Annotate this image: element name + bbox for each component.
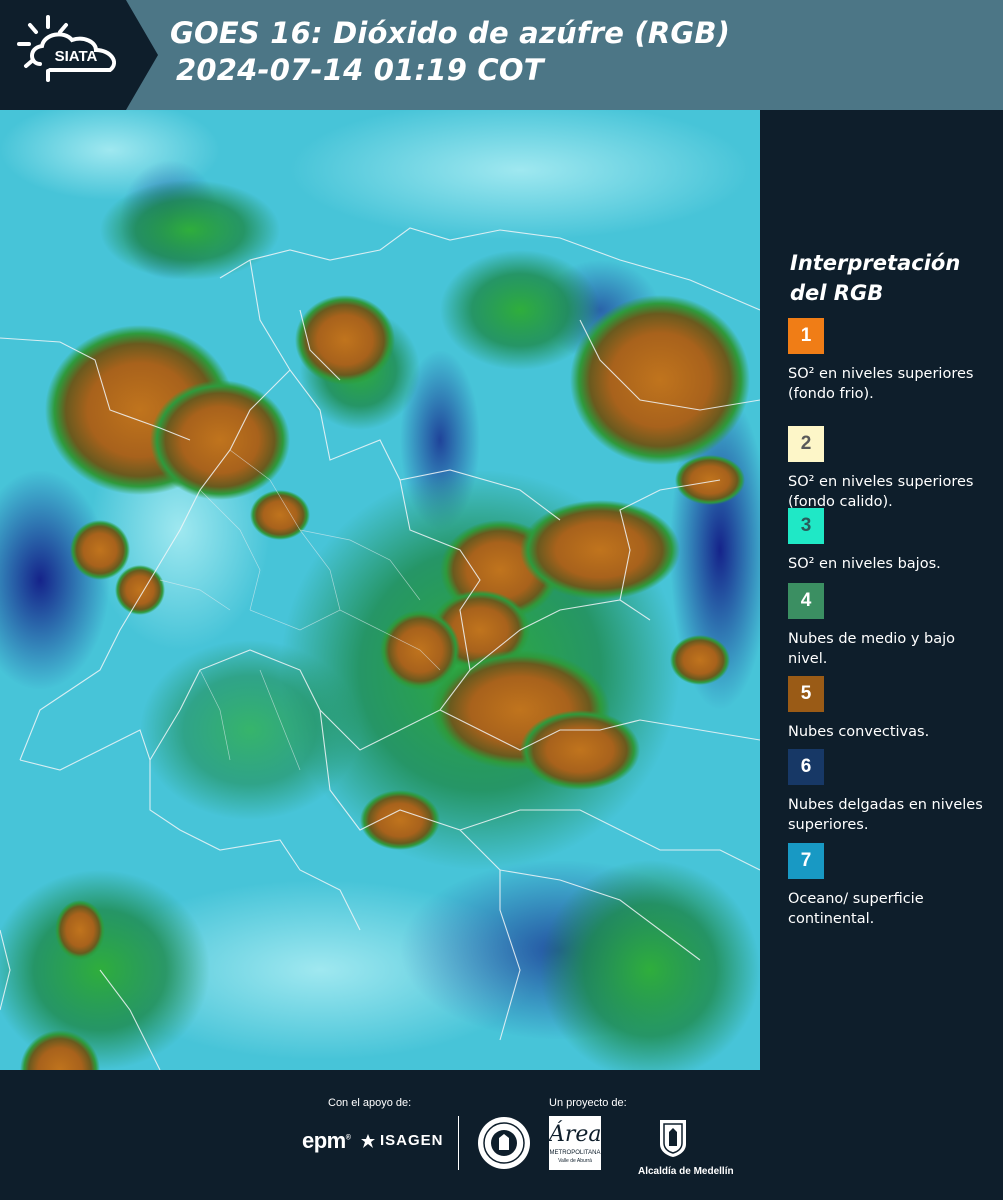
area-line-2: Valle de Aburrá [558,1158,592,1164]
logo-text: SIATA [55,48,98,65]
legend-panel: Interpretación del RGB 1 SO² en niveles s… [760,110,1003,1070]
satellite-map [0,110,760,1070]
area-line-1: METROPOLITANA [549,1150,601,1156]
legend-item: 1 SO² en niveles superiores (fondo frio). [788,318,998,404]
title-line-2: 2024-07-14 01:19 COT [176,53,544,87]
support-label: Con el apoyo de: [328,1097,412,1109]
project-label: Un proyecto de: [549,1097,627,1109]
isagen-logo: ISAGEN [360,1132,444,1149]
legend-title-line-2: del RGB [790,281,884,305]
legend-swatch: 5 [788,676,824,712]
medellin-seal-icon [477,1116,531,1174]
legend-label: Oceano/ superficie continental. [788,891,924,927]
legend-swatch: 1 [788,318,824,354]
siata-logo: SIATA [0,0,158,110]
title-line-1: GOES 16: Dióxido de azúfre (RGB) [170,16,731,50]
page-title: GOES 16: Dióxido de azúfre (RGB) 2024-07… [170,15,730,89]
legend-label: SO² en niveles bajos. [788,556,941,572]
legend-swatch: 2 [788,426,824,462]
legend-swatch: 6 [788,749,824,785]
legend-item: 7 Oceano/ superficie continental. [788,843,998,929]
alcaldia-logo: Alcaldía de Medellín [638,1118,734,1177]
alcaldia-text: Alcaldía de Medellín [638,1166,734,1177]
footer-divider [458,1116,459,1170]
legend-item: 4 Nubes de medio y bajo nivel. [788,583,998,669]
legend-title: Interpretación del RGB [790,248,990,308]
isagen-mark-icon [361,1133,375,1148]
legend-label: SO² en niveles superiores (fondo calido)… [788,474,974,510]
footer: Con el apoyo de: Un proyecto de: epm® IS… [0,1070,1003,1200]
legend-label: SO² en niveles superiores (fondo frio). [788,366,974,402]
area-main-text: Área [549,1122,602,1147]
alcaldia-shield-icon [660,1120,686,1157]
legend-item: 6 Nubes delgadas en niveles superiores. [788,749,998,835]
legend-item: 3 SO² en niveles bajos. [788,508,998,574]
legend-swatch: 3 [788,508,824,544]
legend-label: Nubes de medio y bajo nivel. [788,631,955,667]
legend-swatch: 4 [788,583,824,619]
legend-label: Nubes delgadas en niveles superiores. [788,797,983,833]
legend-item: 2 SO² en niveles superiores (fondo calido… [788,426,998,512]
legend-title-line-1: Interpretación [790,251,961,275]
legend-swatch: 7 [788,843,824,879]
epm-text: epm [302,1128,346,1153]
legend-item: 5 Nubes convectivas. [788,676,998,742]
isagen-text: ISAGEN [380,1132,444,1149]
header-bar: SIATA GOES 16: Dióxido de azúfre (RGB) 2… [0,0,1003,110]
legend-label: Nubes convectivas. [788,724,930,740]
area-metropolitana-logo: Área METROPOLITANA Valle de Aburrá [549,1116,602,1170]
epm-logo: epm® [302,1128,351,1153]
